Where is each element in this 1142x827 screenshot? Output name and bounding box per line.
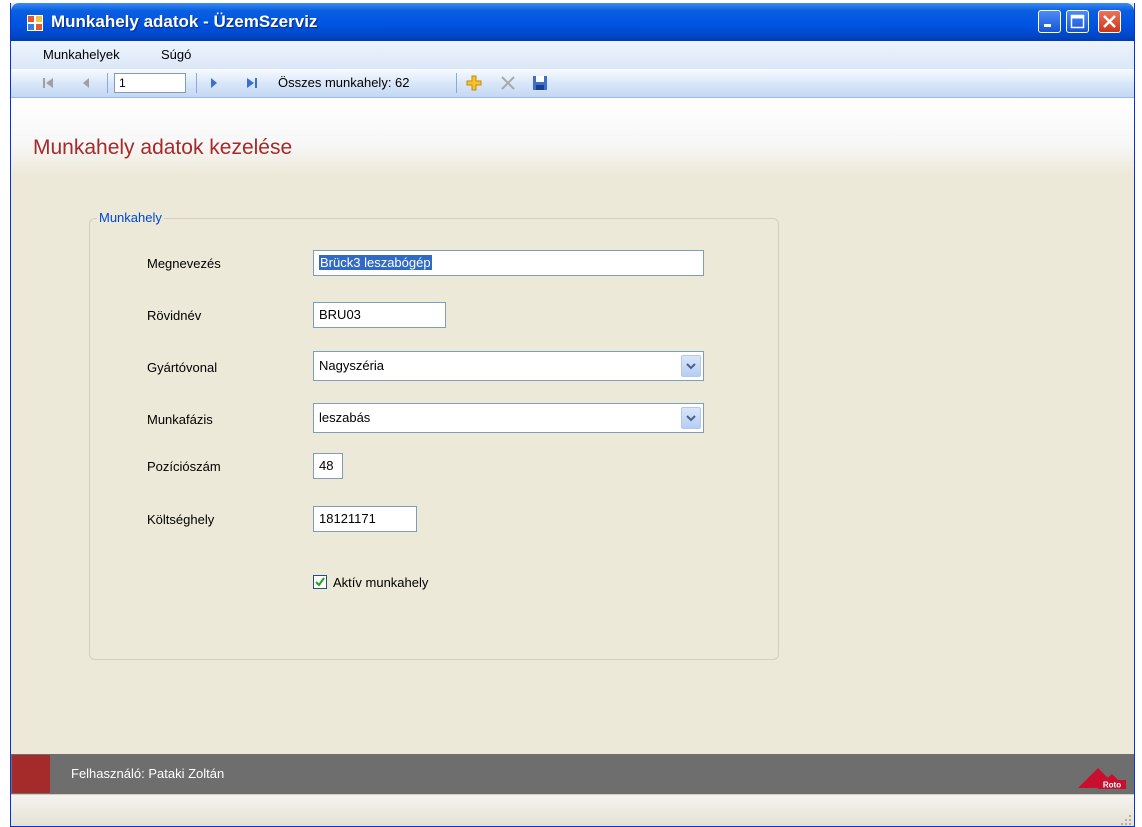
- short-name-field[interactable]: BRU03: [313, 302, 446, 328]
- maximize-icon: [1070, 14, 1085, 29]
- status-color-block: [12, 755, 50, 793]
- work-phase-select[interactable]: leszabás: [313, 403, 704, 433]
- maximize-button[interactable]: [1066, 10, 1089, 33]
- app-icon: [27, 15, 43, 31]
- production-line-value: Nagyszéria: [319, 358, 385, 373]
- add-icon[interactable]: [465, 74, 483, 92]
- save-icon[interactable]: [531, 74, 549, 92]
- chevron-down-icon: [686, 363, 696, 370]
- short-name-label: Rövidnév: [147, 308, 202, 323]
- first-record-icon[interactable]: [39, 74, 57, 92]
- workplace-groupbox: [89, 218, 779, 660]
- total-records-label: Összes munkahely: 62: [278, 75, 410, 90]
- minimize-button[interactable]: [1038, 10, 1061, 33]
- record-position-input[interactable]: 1: [114, 73, 186, 93]
- status-bar: Felhasználó: Pataki Zoltán Roto: [11, 754, 1134, 794]
- menu-bar: Munkahelyek Súgó: [11, 41, 1134, 69]
- delete-icon[interactable]: [499, 74, 517, 92]
- resize-grip-icon[interactable]: [1118, 812, 1132, 826]
- name-label: Megnevezés: [147, 256, 221, 271]
- menu-munkahelyek[interactable]: Munkahelyek: [43, 47, 120, 62]
- current-user-label: Felhasználó: Pataki Zoltán: [71, 766, 225, 781]
- main-window: Munkahely adatok - ÜzemSzerviz Munkahely…: [10, 3, 1135, 827]
- previous-record-icon[interactable]: [77, 74, 95, 92]
- close-button[interactable]: [1098, 10, 1121, 33]
- svg-text:Roto: Roto: [1103, 781, 1121, 790]
- toolbar-separator: [107, 73, 108, 93]
- production-line-select[interactable]: Nagyszéria: [313, 351, 704, 381]
- window-status-strip: [11, 794, 1134, 826]
- position-number-field[interactable]: 48: [313, 453, 343, 479]
- next-record-icon[interactable]: [205, 74, 223, 92]
- last-record-icon[interactable]: [243, 74, 261, 92]
- work-phase-label: Munkafázis: [147, 412, 213, 427]
- position-number-label: Pozíciószám: [147, 459, 221, 474]
- cost-center-label: Költséghely: [147, 512, 215, 527]
- page-header: Munkahely adatok kezelése: [11, 98, 1134, 175]
- active-checkbox[interactable]: [313, 575, 327, 589]
- menu-sugo[interactable]: Súgó: [161, 47, 191, 62]
- window-title: Munkahely adatok - ÜzemSzerviz: [51, 12, 318, 31]
- close-icon: [1103, 15, 1116, 28]
- minimize-icon: [1044, 24, 1051, 27]
- roto-logo: Roto: [1078, 768, 1126, 790]
- cost-center-field[interactable]: 18121171: [313, 506, 417, 532]
- dropdown-button[interactable]: [681, 407, 701, 429]
- title-bar[interactable]: Munkahely adatok - ÜzemSzerviz: [11, 3, 1134, 41]
- dropdown-button[interactable]: [681, 355, 701, 377]
- toolbar-separator: [196, 73, 197, 93]
- checkmark-icon: [315, 577, 325, 587]
- active-checkbox-label[interactable]: Aktív munkahely: [333, 575, 428, 590]
- toolbar-separator: [456, 73, 457, 93]
- production-line-label: Gyártóvonal: [147, 360, 218, 375]
- groupbox-title: Munkahely: [97, 210, 164, 225]
- page-title: Munkahely adatok kezelése: [33, 136, 293, 159]
- name-value: Brück3 leszabógép: [319, 255, 432, 270]
- chevron-down-icon: [686, 415, 696, 422]
- name-field[interactable]: Brück3 leszabógép: [313, 250, 704, 276]
- navigator-toolbar: 1 Összes munkahely: 62: [11, 69, 1134, 98]
- work-phase-value: leszabás: [319, 410, 371, 425]
